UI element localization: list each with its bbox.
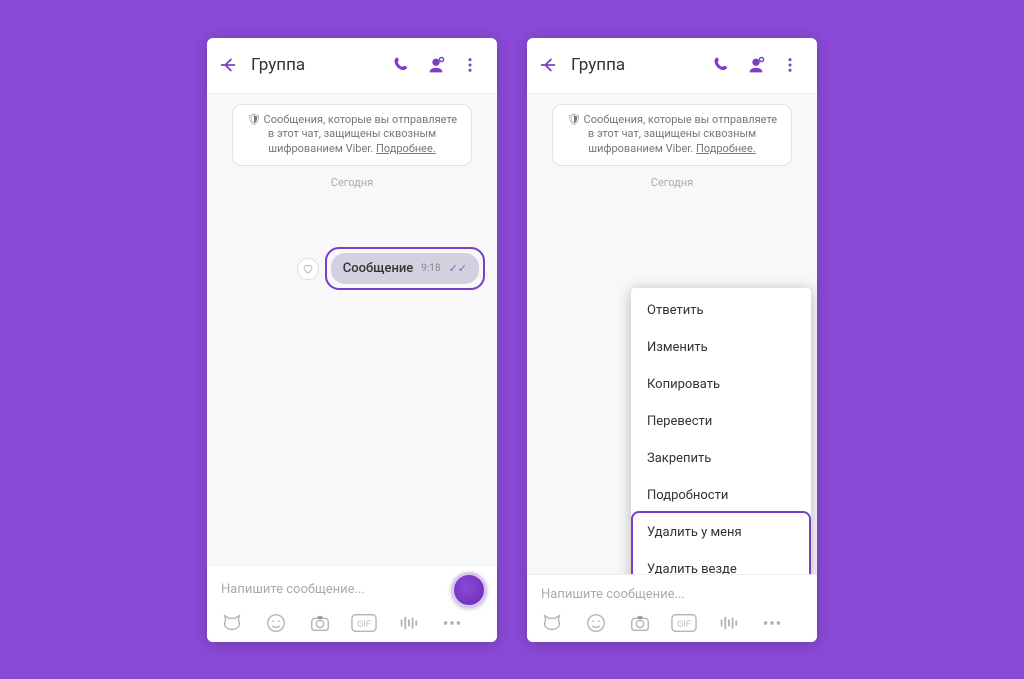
camera-button[interactable]: [307, 612, 333, 634]
encryption-notice: 🛡 Сообщения, которые вы отправляете в эт…: [552, 104, 792, 167]
arrow-left-icon: [218, 54, 240, 76]
gif-button[interactable]: GIF: [351, 612, 377, 634]
voice-button[interactable]: [395, 612, 421, 634]
svg-text:GIF: GIF: [677, 618, 691, 628]
date-separator: Сегодня: [651, 176, 693, 189]
camera-icon: [629, 612, 651, 634]
add-user-button[interactable]: [419, 48, 453, 82]
cat-icon: [221, 612, 243, 634]
camera-button[interactable]: [627, 612, 653, 634]
composer: Напишите сообщение... GIF: [207, 565, 497, 642]
context-menu-item[interactable]: Перевести: [631, 403, 811, 440]
message-bubble[interactable]: Сообщение 9:18 ✓✓: [331, 253, 479, 284]
context-menu: ОтветитьИзменитьКопироватьПеревестиЗакре…: [631, 288, 811, 574]
add-user-icon: [745, 54, 767, 76]
encryption-notice: 🛡 Сообщения, которые вы отправляете в эт…: [232, 104, 472, 167]
phone-screen-left: Группа 🛡 Сообщения, которые вы отправляе…: [207, 38, 497, 642]
send-button[interactable]: [451, 572, 487, 608]
gif-icon: GIF: [351, 613, 377, 633]
add-user-button[interactable]: [739, 48, 773, 82]
notice-link[interactable]: Подробнее.: [376, 142, 436, 155]
chat-header: Группа: [527, 38, 817, 94]
context-menu-item[interactable]: Удалить везде: [631, 551, 811, 574]
lock-icon: 🛡: [247, 113, 264, 126]
lock-icon: 🛡: [567, 113, 584, 126]
phone-icon: [392, 55, 412, 75]
message-row: Сообщение 9:18 ✓✓: [219, 247, 485, 290]
chat-body: 🛡 Сообщения, которые вы отправляете в эт…: [207, 94, 497, 565]
sticker-button[interactable]: [219, 612, 245, 634]
more-vertical-icon: [461, 56, 479, 74]
context-menu-item[interactable]: Изменить: [631, 329, 811, 366]
camera-icon: [309, 612, 331, 634]
message-highlight: Сообщение 9:18 ✓✓: [325, 247, 485, 290]
message-input[interactable]: Напишите сообщение...: [217, 576, 451, 603]
chat-header: Группа: [207, 38, 497, 94]
message-input[interactable]: Напишите сообщение...: [537, 581, 807, 608]
chat-title: Группа: [251, 55, 385, 75]
notice-link[interactable]: Подробнее.: [696, 142, 756, 155]
chat-title: Группа: [571, 55, 705, 75]
dots-icon: [761, 618, 783, 628]
back-button[interactable]: [213, 49, 245, 81]
more-attach-button[interactable]: [439, 612, 465, 634]
like-button[interactable]: [297, 258, 319, 280]
more-vertical-icon: [781, 56, 799, 74]
add-user-icon: [425, 54, 447, 76]
chat-body: 🛡 Сообщения, которые вы отправляете в эт…: [527, 94, 817, 574]
smiley-icon: [585, 612, 607, 634]
date-separator: Сегодня: [331, 176, 373, 189]
composer: Напишите сообщение... GIF: [527, 574, 817, 642]
gif-icon: GIF: [671, 613, 697, 633]
dots-icon: [441, 618, 463, 628]
phone-icon: [712, 55, 732, 75]
smiley-icon: [265, 612, 287, 634]
arrow-left-icon: [538, 54, 560, 76]
context-menu-item[interactable]: Закрепить: [631, 440, 811, 477]
voice-button[interactable]: [715, 612, 741, 634]
cat-icon: [541, 612, 563, 634]
more-button[interactable]: [453, 48, 487, 82]
context-menu-item[interactable]: Подробности: [631, 477, 811, 514]
audio-bars-icon: [717, 612, 739, 634]
back-button[interactable]: [533, 49, 565, 81]
message-time: 9:18: [421, 263, 440, 274]
phone-screen-right: Группа 🛡 Сообщения, которые вы отправляе…: [527, 38, 817, 642]
svg-text:GIF: GIF: [357, 618, 371, 628]
message-text: Сообщение: [343, 261, 414, 276]
gif-button[interactable]: GIF: [671, 612, 697, 634]
emoji-button[interactable]: [263, 612, 289, 634]
delivered-icon: ✓✓: [449, 262, 467, 275]
sticker-button[interactable]: [539, 612, 565, 634]
audio-bars-icon: [397, 612, 419, 634]
more-button[interactable]: [773, 48, 807, 82]
emoji-button[interactable]: [583, 612, 609, 634]
heart-icon: [302, 263, 314, 275]
more-attach-button[interactable]: [759, 612, 785, 634]
call-button[interactable]: [705, 48, 739, 82]
context-menu-item[interactable]: Ответить: [631, 292, 811, 329]
call-button[interactable]: [385, 48, 419, 82]
context-menu-item[interactable]: Удалить у меня: [631, 514, 811, 551]
context-menu-item[interactable]: Копировать: [631, 366, 811, 403]
